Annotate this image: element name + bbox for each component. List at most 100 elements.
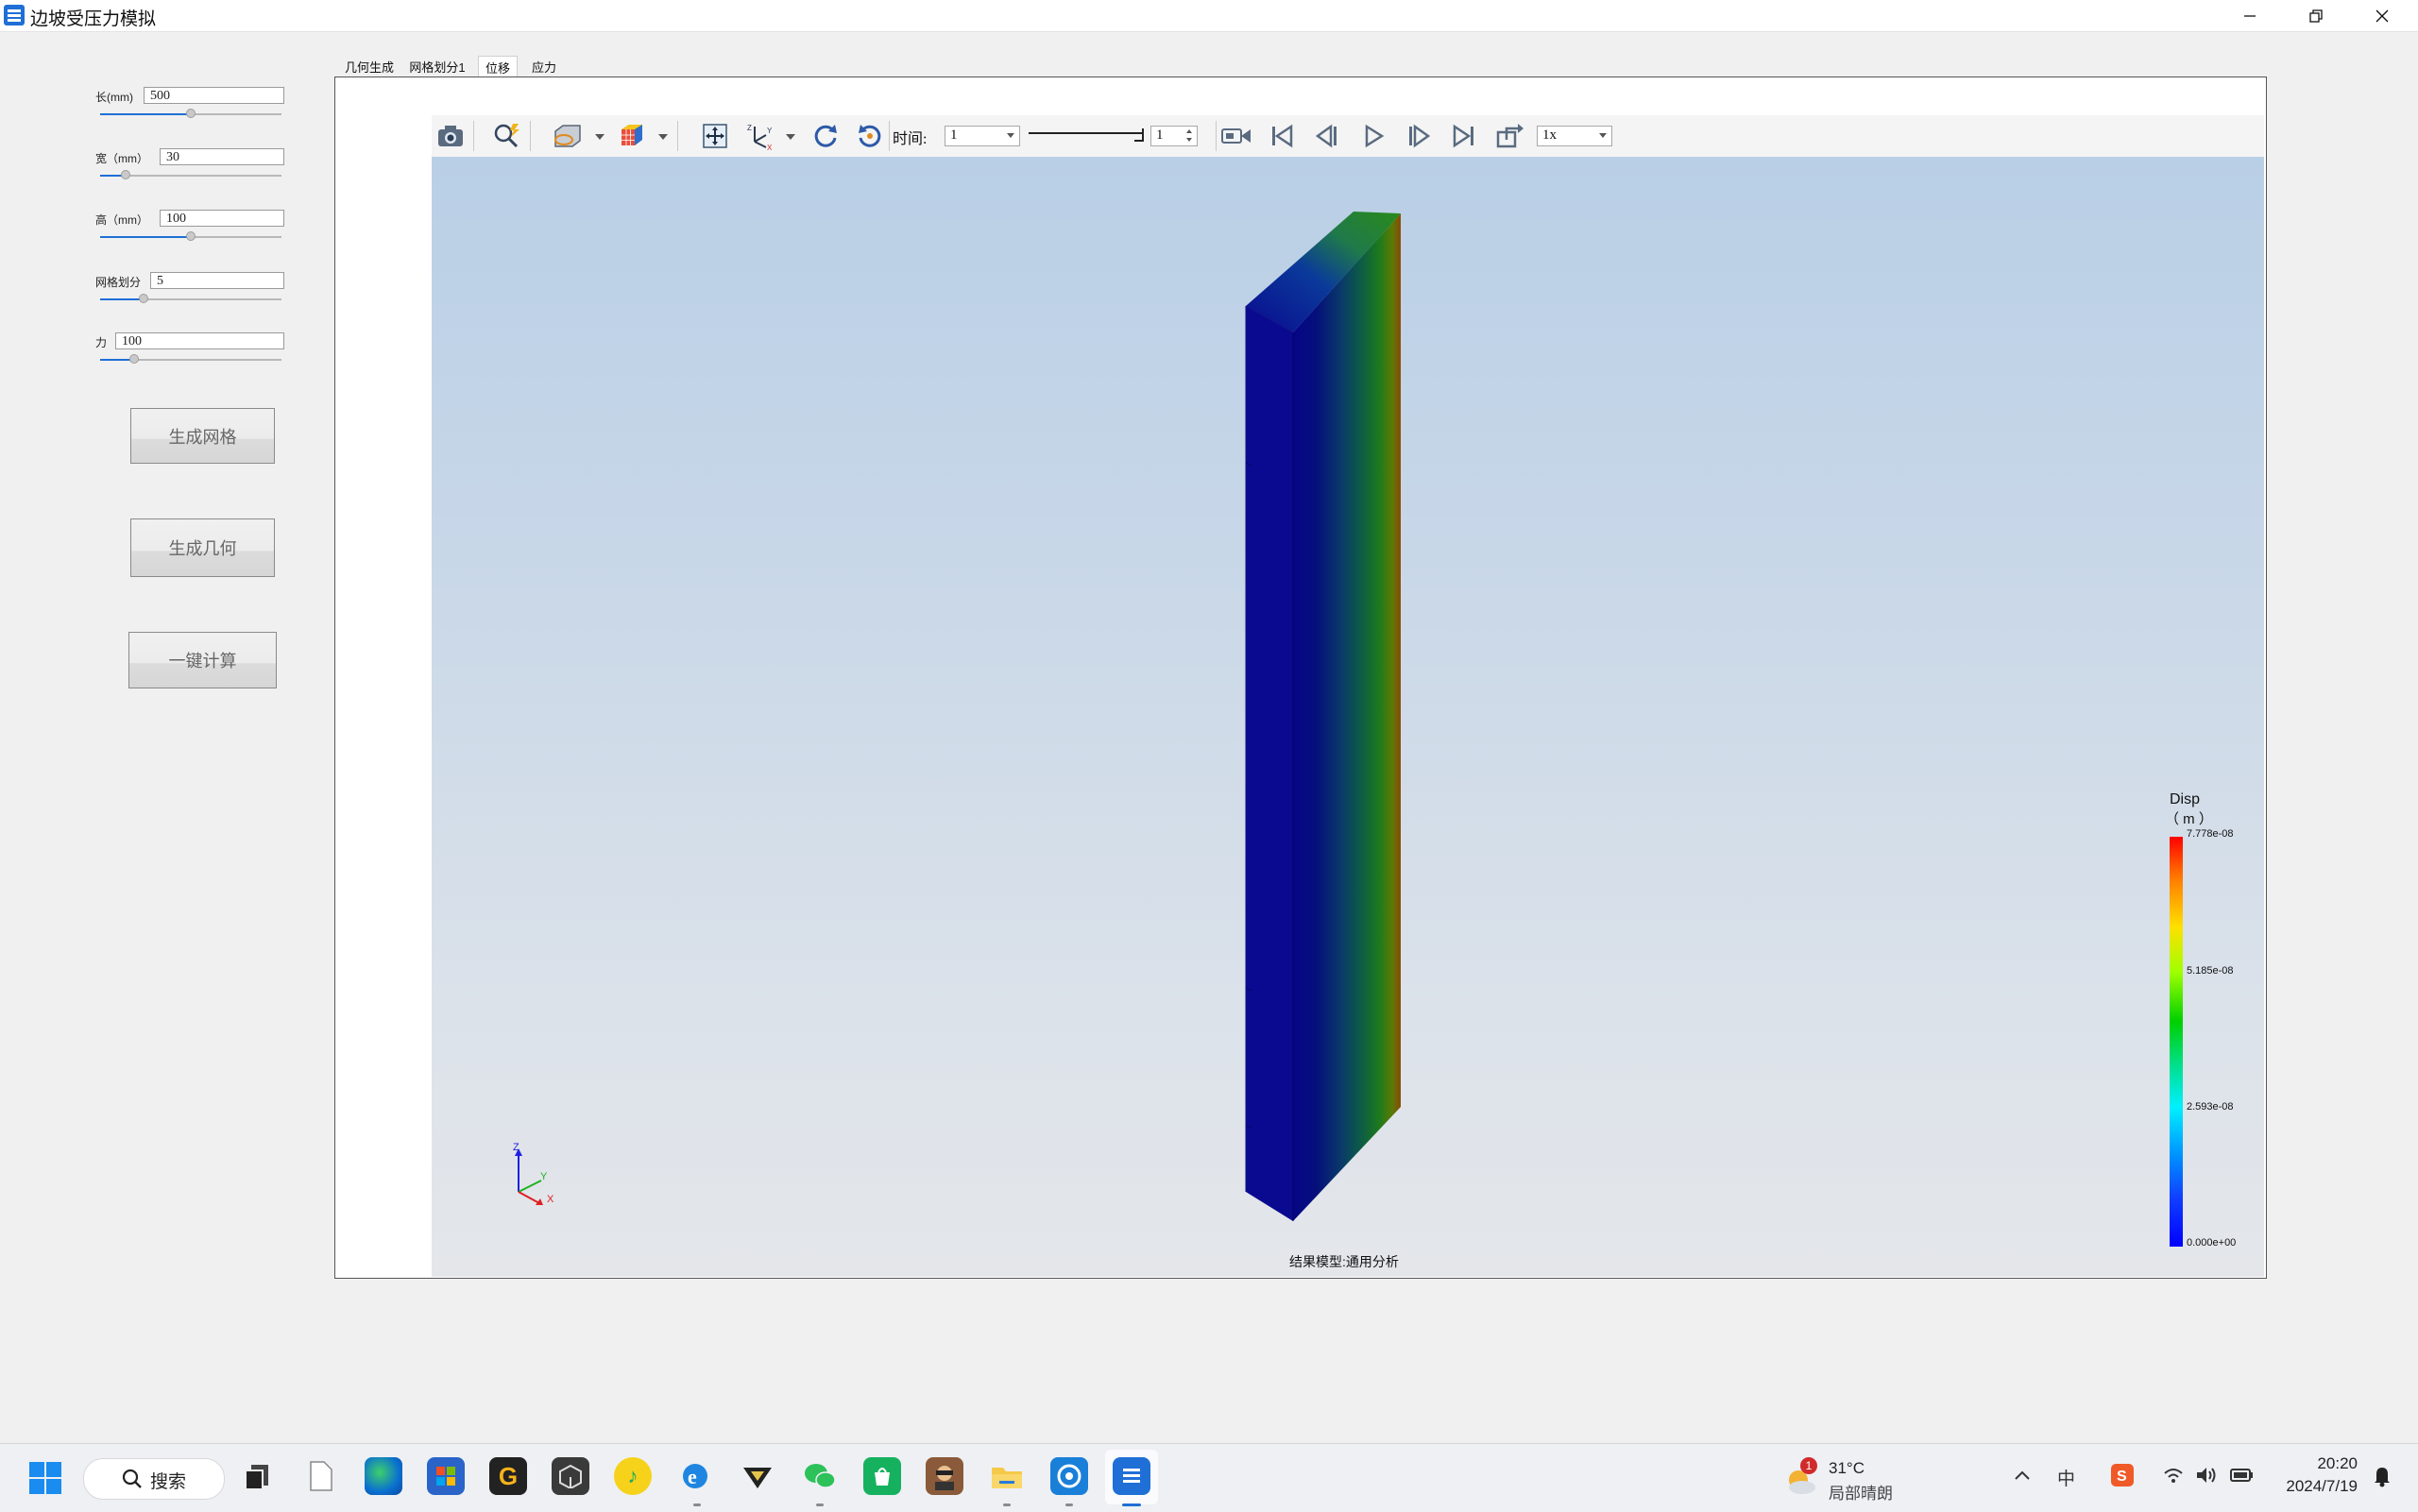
g-app-icon[interactable]: G bbox=[489, 1457, 527, 1495]
time-slider[interactable] bbox=[1029, 115, 1149, 157]
z-axis-label: Z bbox=[513, 1143, 519, 1153]
clock-time[interactable]: 20:20 bbox=[2295, 1454, 2358, 1473]
svg-text:S: S bbox=[2117, 1469, 2127, 1485]
record-icon[interactable] bbox=[1219, 119, 1253, 153]
close-button[interactable] bbox=[2350, 0, 2414, 31]
taskbar-search[interactable]: 搜索 bbox=[83, 1458, 225, 1500]
zoom-icon[interactable] bbox=[490, 119, 524, 153]
weather-widget[interactable]: 1 31°C 局部晴朗 bbox=[1781, 1457, 1893, 1503]
slider-thumb[interactable] bbox=[186, 109, 196, 118]
chevron-down-icon[interactable] bbox=[786, 134, 795, 140]
speed-select[interactable]: 1x bbox=[1537, 126, 1612, 146]
one-click-compute-button[interactable]: 一键计算 bbox=[128, 632, 277, 688]
time-select-value: 1 bbox=[950, 127, 958, 143]
ime-indicator[interactable]: 中 bbox=[2057, 1465, 2075, 1490]
speed-select-value: 1x bbox=[1542, 127, 1557, 143]
tab-geometry[interactable]: 几何生成 bbox=[340, 56, 399, 77]
wechat-icon[interactable] bbox=[801, 1457, 839, 1495]
chevron-down-icon[interactable] bbox=[658, 134, 668, 140]
legend-colorbar bbox=[2170, 837, 2183, 1247]
spin-down-icon[interactable] bbox=[1186, 138, 1192, 142]
next-frame-icon[interactable] bbox=[1402, 119, 1436, 153]
side-face bbox=[1293, 213, 1401, 1221]
play-icon[interactable] bbox=[1356, 119, 1390, 153]
slider-thumb[interactable] bbox=[186, 231, 196, 241]
battery-icon[interactable] bbox=[2229, 1465, 2256, 1490]
active-app-icon[interactable] bbox=[1113, 1457, 1150, 1495]
force-input[interactable]: 100 bbox=[115, 332, 284, 349]
clock-date[interactable]: 2024/7/19 bbox=[2267, 1477, 2358, 1496]
width-input[interactable]: 30 bbox=[160, 148, 284, 165]
length-slider[interactable] bbox=[100, 107, 281, 122]
legend-tick-min: 0.000e+00 bbox=[2187, 1237, 2237, 1249]
display-mode-icon[interactable] bbox=[551, 119, 585, 153]
search-icon bbox=[122, 1469, 142, 1488]
avatar-app-icon[interactable] bbox=[926, 1457, 963, 1495]
tab-mesh[interactable]: 网格划分1 bbox=[408, 56, 467, 77]
legend-title: Disp bbox=[2170, 791, 2201, 807]
window-title: 边坡受压力模拟 bbox=[30, 9, 157, 29]
tab-displacement[interactable]: 位移 bbox=[478, 56, 518, 78]
volume-icon[interactable] bbox=[2195, 1465, 2218, 1490]
restore-button[interactable] bbox=[2284, 0, 2348, 31]
svg-text:Z: Z bbox=[747, 124, 752, 132]
chevron-down-icon[interactable] bbox=[595, 134, 604, 140]
axes-icon[interactable]: Z Y X bbox=[743, 119, 777, 153]
spin-up-icon[interactable] bbox=[1186, 129, 1192, 133]
taskview-icon[interactable] bbox=[238, 1457, 276, 1495]
qqmusic-icon[interactable]: ♪ bbox=[614, 1457, 652, 1495]
cube-app-icon[interactable] bbox=[552, 1457, 589, 1495]
width-slider[interactable] bbox=[100, 168, 281, 183]
minimize-button[interactable] bbox=[2218, 0, 2282, 31]
camera-icon[interactable] bbox=[434, 119, 468, 153]
restore-icon bbox=[2309, 8, 2323, 23]
running-indicator bbox=[816, 1504, 824, 1506]
sogou-icon[interactable]: S bbox=[2110, 1463, 2135, 1492]
running-indicator bbox=[1065, 1504, 1073, 1506]
slider-thumb[interactable] bbox=[139, 294, 149, 303]
prev-frame-icon[interactable] bbox=[1310, 119, 1344, 153]
rotate-ccw-icon[interactable] bbox=[853, 119, 887, 153]
mesh-input[interactable]: 5 bbox=[150, 272, 284, 289]
frame-spinner[interactable]: 1 bbox=[1150, 126, 1198, 146]
first-frame-icon[interactable] bbox=[1265, 119, 1299, 153]
start-icon[interactable] bbox=[28, 1461, 62, 1500]
legend-tick-mid-low: 2.593e-08 bbox=[2187, 1101, 2234, 1113]
force-slider[interactable] bbox=[100, 352, 281, 367]
weather-desc: 局部晴朗 bbox=[1829, 1485, 1893, 1503]
chevron-up-icon[interactable] bbox=[2014, 1469, 2031, 1487]
shopping-icon[interactable] bbox=[863, 1457, 901, 1495]
notification-bell-icon[interactable] bbox=[2373, 1465, 2392, 1492]
vpn-icon[interactable] bbox=[739, 1457, 776, 1495]
file-icon[interactable] bbox=[302, 1457, 340, 1495]
height-slider[interactable] bbox=[100, 229, 281, 245]
generate-geometry-button[interactable]: 生成几何 bbox=[130, 518, 275, 577]
slider-thumb[interactable] bbox=[120, 170, 130, 179]
mesh-cube-icon[interactable] bbox=[614, 119, 648, 153]
export-icon[interactable] bbox=[1492, 119, 1526, 153]
edge-icon[interactable] bbox=[365, 1457, 402, 1495]
viewer-toolbar: Z Y X 时间: 1 1 1x bbox=[432, 115, 2264, 158]
active-indicator bbox=[1122, 1504, 1141, 1506]
wifi-icon[interactable] bbox=[2163, 1467, 2184, 1488]
fit-view-icon[interactable] bbox=[698, 119, 732, 153]
model-footer-label: 结果模型:通用分析 bbox=[1289, 1254, 1399, 1269]
app-icon bbox=[3, 4, 26, 26]
legend-unit: （ m ） bbox=[2165, 811, 2213, 827]
last-frame-icon[interactable] bbox=[1447, 119, 1481, 153]
slider-thumb[interactable] bbox=[129, 354, 140, 364]
3d-viewport[interactable]: Z Y X Disp （ m ） 7.778e-08 5.185e-08 2.5… bbox=[432, 157, 2264, 1277]
rotate-cw-icon[interactable] bbox=[809, 119, 843, 153]
generate-mesh-button[interactable]: 生成网格 bbox=[130, 408, 275, 464]
explorer-icon[interactable] bbox=[988, 1457, 1026, 1495]
time-select[interactable]: 1 bbox=[945, 126, 1020, 146]
tab-stress[interactable]: 应力 bbox=[525, 56, 563, 77]
ie-icon[interactable]: e bbox=[676, 1457, 714, 1495]
x-axis-label: X bbox=[547, 1194, 554, 1205]
store-icon[interactable] bbox=[427, 1457, 465, 1495]
mesh-slider[interactable] bbox=[100, 292, 281, 307]
chevron-down-icon bbox=[1007, 133, 1014, 138]
browser2-icon[interactable] bbox=[1050, 1457, 1088, 1495]
length-input[interactable]: 500 bbox=[144, 87, 284, 104]
height-input[interactable]: 100 bbox=[160, 210, 284, 227]
